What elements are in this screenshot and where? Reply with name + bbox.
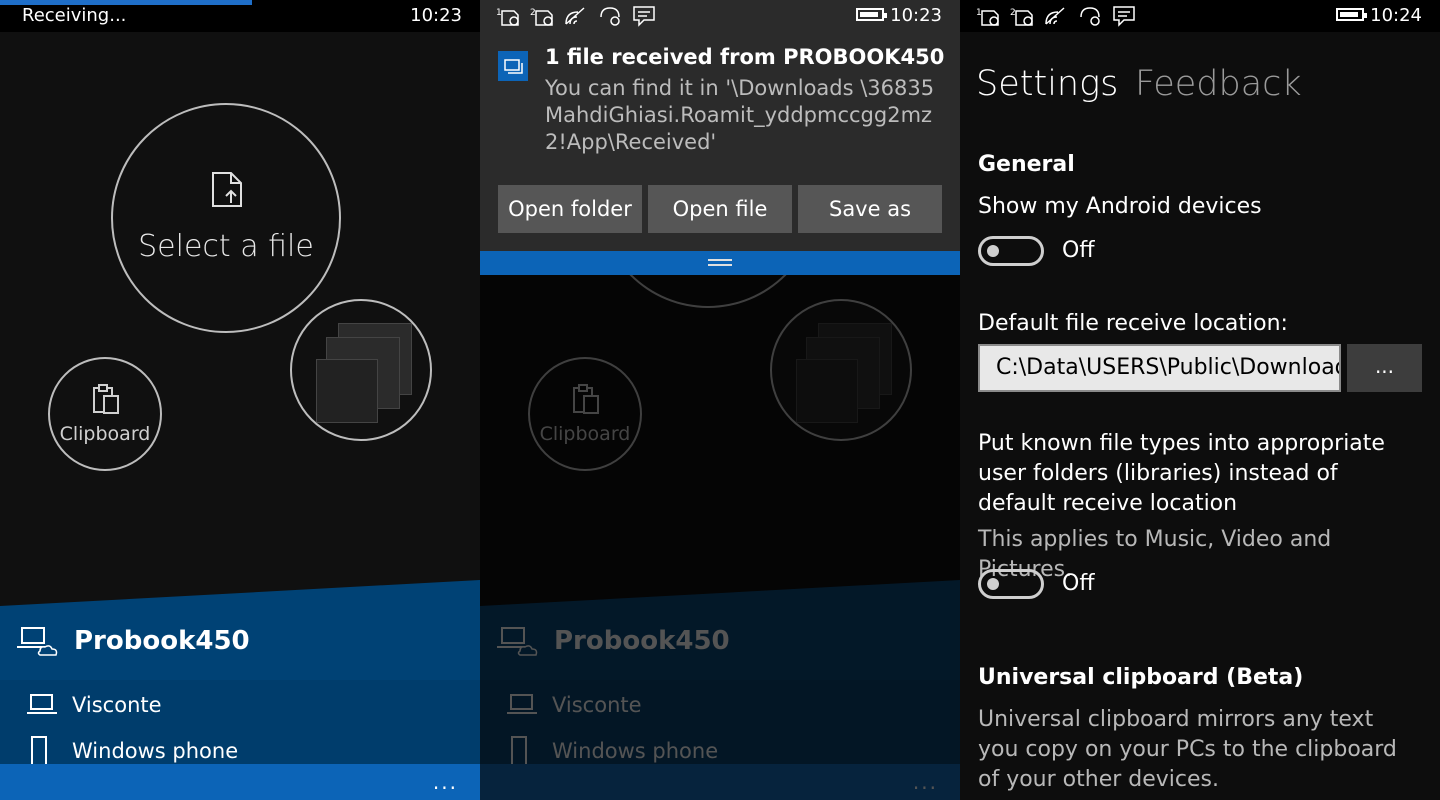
save-as-button[interactable]: Save as <box>798 185 942 233</box>
open-folder-button[interactable]: Open folder <box>498 185 642 233</box>
device-probook450: Probook450 <box>496 624 730 658</box>
signal-icon: 1 <box>976 8 999 26</box>
thumb-window <box>796 359 858 423</box>
svg-text:2: 2 <box>530 8 536 18</box>
clipboard-label: Clipboard <box>59 423 151 445</box>
notification-title: 1 file received from PROBOOK450 <box>545 45 945 69</box>
nfc-icon <box>600 7 620 26</box>
wifi-icon <box>1045 7 1065 25</box>
clipboard-label: Clipboard <box>539 423 631 445</box>
status-icons: 1 2 <box>496 5 658 27</box>
phone-icon <box>31 736 47 766</box>
device-probook450[interactable]: Probook450 <box>16 624 250 658</box>
more-button[interactable]: ... <box>433 770 458 794</box>
signal-icon: 2 <box>530 8 553 26</box>
clipboard-button: Clipboard <box>528 357 642 471</box>
device-windows-phone: Windows phone <box>506 736 718 766</box>
toast-notification[interactable]: 1 file received from PROBOOK450 You can … <box>480 32 960 251</box>
android-devices-toggle-state: Off <box>1062 238 1095 263</box>
recent-screenshot-thumb <box>770 299 912 441</box>
status-bar: Receiving... 10:23 <box>0 0 480 32</box>
laptop-cloud-icon <box>17 627 58 656</box>
clipboard-button[interactable]: Clipboard <box>48 357 162 471</box>
laptop-cloud-icon <box>497 627 538 656</box>
app-bar: ... <box>480 764 960 800</box>
device-name: Probook450 <box>74 626 250 656</box>
status-time: 10:23 <box>410 5 462 26</box>
recent-screenshot-thumb[interactable] <box>290 299 432 441</box>
known-types-note: This applies to Music, Video and Picture… <box>978 527 1332 582</box>
svg-text:2: 2 <box>1010 8 1016 18</box>
message-icon <box>1113 6 1135 27</box>
receive-location-field[interactable]: C:\Data\USERS\Public\Downloads <box>978 344 1341 392</box>
tab-feedback[interactable]: Feedback <box>1135 64 1302 104</box>
settings-screen: 1 2 10:24 Settings Feedback General Show… <box>960 0 1440 800</box>
select-file-label: Select a file <box>138 229 314 264</box>
device-name: Probook450 <box>554 626 730 656</box>
device-name: Visconte <box>552 693 642 717</box>
android-devices-toggle[interactable] <box>978 236 1044 266</box>
select-file-button[interactable]: Select a file <box>111 103 341 333</box>
known-types-toggle[interactable] <box>978 569 1044 599</box>
general-header: General <box>978 152 1075 177</box>
device-visconte[interactable]: Visconte <box>26 692 162 718</box>
known-types-toggle-state: Off <box>1062 571 1095 596</box>
thumb-window <box>316 359 378 423</box>
svg-text:1: 1 <box>976 8 982 18</box>
status-icons: 1 2 <box>976 5 1138 27</box>
more-button: ... <box>912 770 938 794</box>
svg-text:1: 1 <box>496 8 502 18</box>
status-time: 10:24 <box>1370 5 1422 26</box>
status-bar: 1 2 10:23 <box>480 0 960 32</box>
status-bar: 1 2 10:24 <box>960 0 1440 32</box>
phone-icon <box>511 736 527 766</box>
battery-icon <box>1336 8 1367 21</box>
open-file-button[interactable]: Open file <box>648 185 792 233</box>
browse-button[interactable]: ... <box>1347 344 1422 392</box>
wifi-icon <box>565 7 585 25</box>
file-upload-icon <box>212 172 242 207</box>
nfc-icon <box>1080 7 1100 26</box>
location-label: Default file receive location: <box>978 311 1288 336</box>
app-bar: ... <box>0 764 480 800</box>
laptop-icon <box>27 694 57 714</box>
notification-drag-handle[interactable] <box>480 251 960 275</box>
device-visconte: Visconte <box>506 692 642 718</box>
device-name: Visconte <box>72 693 162 717</box>
battery-icon <box>856 8 887 21</box>
notification-body: You can find it in '\Downloads \36835Mah… <box>545 76 935 154</box>
known-types-label: Put known file types into appropriate us… <box>978 431 1385 516</box>
main-screen: Receiving... 10:23 Select a file Clipboa… <box>0 0 480 800</box>
status-time: 10:23 <box>890 5 942 26</box>
device-name: Windows phone <box>72 739 239 763</box>
device-windows-phone[interactable]: Windows phone <box>26 736 238 766</box>
receiving-text: Receiving... <box>22 5 127 26</box>
message-icon <box>633 6 655 27</box>
notification-screen: Clipboard Probook450 Visconte Windows ph… <box>480 0 960 800</box>
tab-settings[interactable]: Settings <box>976 64 1118 104</box>
clipboard-description: Universal clipboard mirrors any text you… <box>978 707 1397 792</box>
clipboard-icon <box>93 384 119 414</box>
laptop-icon <box>507 694 537 714</box>
clipboard-header: Universal clipboard (Beta) <box>978 665 1304 690</box>
clipboard-icon <box>573 384 599 414</box>
notification-app-icon <box>498 51 528 81</box>
signal-icon: 2 <box>1010 8 1033 26</box>
device-name: Windows phone <box>552 739 719 763</box>
signal-icon: 1 <box>496 8 519 26</box>
android-devices-label: Show my Android devices <box>978 194 1262 219</box>
